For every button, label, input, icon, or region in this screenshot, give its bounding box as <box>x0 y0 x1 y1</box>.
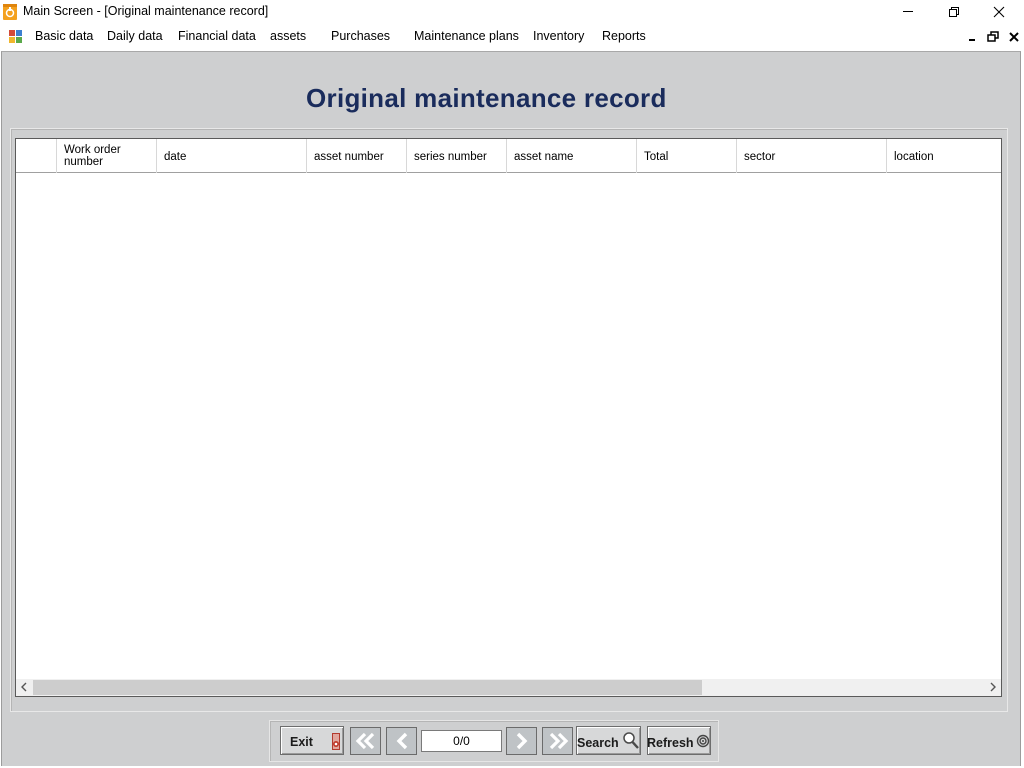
column-header-label: date <box>164 151 187 163</box>
search-button-label: Search <box>577 736 619 750</box>
menu-inventory[interactable]: Inventory <box>533 29 584 43</box>
close-icon <box>993 6 1005 18</box>
mdi-close-icon[interactable] <box>1007 30 1021 44</box>
row-header-column[interactable] <box>16 139 57 173</box>
column-header-label: asset name <box>514 151 574 163</box>
previous-record-button[interactable] <box>386 727 417 755</box>
window-title: Main Screen - [Original maintenance reco… <box>23 4 269 18</box>
record-counter: 0/0 <box>421 730 502 752</box>
app-icon <box>3 4 17 20</box>
menu-financial-data[interactable]: Financial data <box>178 29 256 43</box>
records-grid[interactable]: Work order number date asset number seri… <box>15 138 1002 697</box>
menu-maintenance-plans[interactable]: Maintenance plans <box>414 29 519 43</box>
search-button[interactable]: Search <box>576 726 641 755</box>
double-chevron-right-icon <box>549 732 569 750</box>
column-header-work-order-number[interactable]: Work order number <box>57 139 157 173</box>
column-header-date[interactable]: date <box>157 139 307 173</box>
page-title: Original maintenance record <box>306 83 667 113</box>
first-record-button[interactable] <box>350 727 381 755</box>
column-header-label: sector <box>744 151 776 163</box>
exit-button[interactable]: Exit <box>280 726 344 755</box>
scroll-left-icon[interactable] <box>20 682 28 692</box>
column-header-total[interactable]: Total <box>637 139 737 173</box>
column-header-series-number[interactable]: series number <box>407 139 507 173</box>
column-header-label: Work order number <box>64 144 121 168</box>
refresh-button[interactable]: Refresh <box>647 726 711 755</box>
double-chevron-left-icon <box>355 732 375 750</box>
column-header-label: location <box>894 151 934 163</box>
column-header-asset-number[interactable]: asset number <box>307 139 407 173</box>
title-bar: Main Screen - [Original maintenance reco… <box>0 0 1024 24</box>
chevron-left-icon <box>396 732 408 750</box>
menu-daily-data[interactable]: Daily data <box>107 29 163 43</box>
scroll-right-icon[interactable] <box>989 682 997 692</box>
restore-window-button[interactable] <box>931 0 977 24</box>
column-header-location[interactable]: location <box>887 139 1001 173</box>
close-window-button[interactable] <box>976 0 1022 24</box>
search-icon <box>623 732 639 749</box>
menu-assets[interactable]: assets <box>270 29 306 43</box>
column-header-label: Total <box>644 151 669 163</box>
menu-basic-data[interactable]: Basic data <box>35 29 93 43</box>
last-record-button[interactable] <box>542 727 573 755</box>
restore-icon <box>949 7 959 17</box>
chevron-right-icon <box>516 732 528 750</box>
refresh-icon <box>696 734 710 748</box>
exit-button-label: Exit <box>290 735 313 749</box>
exit-door-icon <box>332 733 340 750</box>
column-header-asset-name[interactable]: asset name <box>507 139 637 173</box>
scrollbar-thumb[interactable] <box>33 680 702 695</box>
grid-header: Work order number date asset number seri… <box>16 139 1001 173</box>
mdi-restore-icon[interactable] <box>986 30 1000 44</box>
minimize-window-button[interactable] <box>885 0 931 24</box>
next-record-button[interactable] <box>506 727 537 755</box>
column-header-label: series number <box>414 151 487 163</box>
column-header-label: asset number <box>314 151 384 163</box>
menu-purchases[interactable]: Purchases <box>331 29 390 43</box>
mdi-minimize-icon[interactable] <box>966 30 980 44</box>
minimize-icon <box>903 11 913 12</box>
horizontal-scrollbar[interactable] <box>16 679 1001 696</box>
menu-reports[interactable]: Reports <box>602 29 646 43</box>
column-header-sector[interactable]: sector <box>737 139 887 173</box>
mdi-window-icon[interactable] <box>9 30 23 44</box>
refresh-button-label: Refresh <box>647 736 694 750</box>
